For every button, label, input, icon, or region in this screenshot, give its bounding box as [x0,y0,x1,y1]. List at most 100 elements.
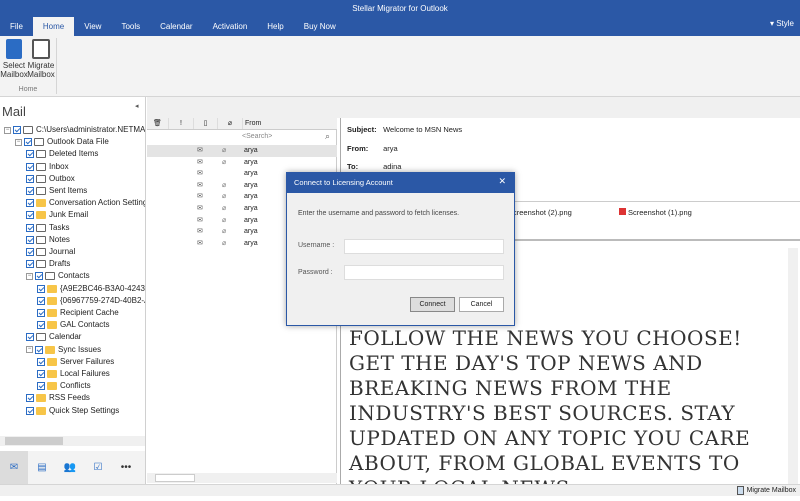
folder-icon [36,407,46,415]
subject-row: Subject: Welcome to MSN News [347,125,462,134]
search-icon[interactable]: ⌕ [325,131,330,142]
contacts-nav-icon[interactable]: 👥 [56,451,84,484]
reading-vertical-scrollbar[interactable] [788,248,798,484]
checkbox[interactable] [37,370,45,378]
checkbox[interactable] [35,272,43,280]
tab-calendar[interactable]: Calendar [150,17,202,36]
collapse-icon[interactable]: − [4,127,11,134]
connect-button[interactable]: Connect [410,297,455,312]
from-column-header[interactable]: From [243,118,261,129]
tree-item[interactable]: Drafts [26,258,70,270]
tab-buy-now[interactable]: Buy Now [294,17,346,36]
attachment-column-icon[interactable]: ⌀ [218,118,243,129]
cancel-button[interactable]: Cancel [459,297,504,312]
tree-item-label: Outlook Data File [47,136,109,148]
tab-help[interactable]: Help [257,17,293,36]
checkbox[interactable] [35,346,43,354]
checkbox[interactable] [26,260,34,268]
tree-item[interactable]: Junk Email [26,209,88,221]
tree-item[interactable]: Quick Step Settings [26,405,119,417]
password-input[interactable] [344,265,504,280]
checkbox[interactable] [26,211,34,219]
tree-item[interactable]: Recipient Cache [37,307,119,319]
tree-item[interactable]: −C:\Users\administrator.NETMASTER [4,124,145,136]
status-migrate-mailbox[interactable]: Migrate Mailbox [737,485,796,496]
tree-item[interactable]: −Contacts [26,270,90,282]
tasks-nav-icon[interactable]: ☑ [84,451,112,484]
tree-item[interactable]: Calendar [26,331,81,343]
checkbox[interactable] [37,358,45,366]
checkbox[interactable] [37,382,45,390]
tree-item[interactable]: Server Failures [37,356,114,368]
ribbon-group-label: Home [0,86,56,93]
tree-item[interactable]: − Outlook Data File [15,136,109,148]
tab-home[interactable]: Home [33,17,74,36]
checkbox[interactable] [24,138,32,146]
tree-item[interactable]: GAL Contacts [37,319,110,331]
checkbox[interactable] [26,248,34,256]
tree-item[interactable]: Journal [26,246,75,258]
checkbox[interactable] [26,187,34,195]
more-nav-icon[interactable]: ••• [112,451,140,484]
attachment-item[interactable]: Screenshot (2).png [508,208,572,217]
tree-item[interactable]: Deleted Items [26,148,98,160]
checkbox[interactable] [26,394,34,402]
checkbox[interactable] [13,126,21,134]
username-input[interactable] [344,239,504,254]
importance-column-icon[interactable]: ! [169,118,194,129]
mail-nav-icon[interactable]: ✉ [0,451,28,484]
tree-item[interactable]: −Sync Issues [26,344,101,356]
checkbox[interactable] [37,285,45,293]
close-icon[interactable]: ✕ [498,176,506,187]
row-from: arya [244,168,258,180]
collapse-pane-button[interactable]: ◂ [135,102,139,110]
style-button[interactable]: ▾ Style [770,19,794,28]
tab-activation[interactable]: Activation [203,17,258,36]
checkbox[interactable] [26,333,34,341]
checkbox[interactable] [26,199,34,207]
select-mailbox-button[interactable]: Select Mailbox [0,39,28,79]
calendar-nav-icon[interactable]: ▤ [28,451,56,484]
tree-item[interactable]: Sent Items [26,185,87,197]
attachment-item[interactable]: Screenshot (1).png [619,208,692,217]
collapse-icon[interactable]: − [15,139,22,146]
delete-column-icon[interactable]: 🗑 [147,118,169,129]
collapse-icon[interactable]: − [26,346,33,353]
tree-item-label: {A9E2BC46-B3A0-4243-B3 [60,283,145,295]
type-column-icon[interactable]: ▯ [194,118,218,129]
to-label: To: [347,162,381,171]
collapse-icon[interactable]: − [26,273,33,280]
checkbox[interactable] [26,175,34,183]
list-horizontal-scrollbar[interactable] [147,473,337,483]
message-row[interactable]: ✉⌀arya [147,145,337,157]
tree-item[interactable]: Conversation Action Settings [26,197,145,209]
tree-item[interactable]: Local Failures [37,368,110,380]
message-row[interactable]: ✉⌀arya [147,157,337,169]
checkbox[interactable] [37,309,45,317]
checkbox[interactable] [26,150,34,158]
migrate-mailbox-button[interactable]: Migrate Mailbox [27,39,55,79]
tree-item[interactable]: Conflicts [37,380,91,392]
tab-tools[interactable]: Tools [111,17,150,36]
checkbox[interactable] [37,297,45,305]
tree-item[interactable]: Tasks [26,222,69,234]
checkbox[interactable] [26,236,34,244]
tree-item[interactable]: Notes [26,234,70,246]
checkbox[interactable] [37,321,45,329]
tree-item[interactable]: {A9E2BC46-B3A0-4243-B3 [37,283,145,295]
envelope-icon: ✉ [197,215,203,227]
checkbox[interactable] [26,224,34,232]
tab-file[interactable]: File [0,17,33,36]
tree-item[interactable]: Outbox [26,173,75,185]
folder-horizontal-scrollbar[interactable] [0,436,145,446]
search-input[interactable]: <Search> [242,131,337,143]
tree-item[interactable]: RSS Feeds [26,392,90,404]
tab-view[interactable]: View [74,17,111,36]
paperclip-icon: ⌀ [222,191,226,203]
tree-item[interactable]: {06967759-274D-40B2-A3 [37,295,145,307]
folder-tree: −C:\Users\administrator.NETMASTER−Outloo… [0,124,145,424]
tree-item[interactable]: Inbox [26,161,69,173]
folder-icon [47,285,57,293]
checkbox[interactable] [26,407,34,415]
checkbox[interactable] [26,163,34,171]
